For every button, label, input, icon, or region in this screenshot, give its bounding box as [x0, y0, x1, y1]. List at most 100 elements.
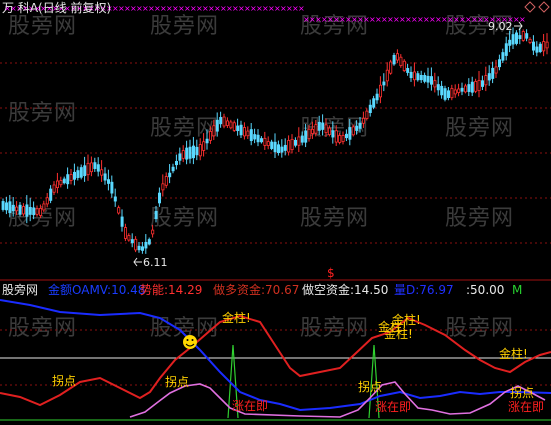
candle-body	[389, 61, 393, 74]
candle-body	[344, 133, 348, 139]
turning-point-label: 拐点	[358, 379, 382, 394]
candle-body	[532, 41, 536, 51]
rise-now-label: 涨在即	[375, 399, 411, 414]
candle-body	[426, 75, 430, 83]
candle-body	[130, 239, 134, 244]
candle-body	[127, 235, 131, 241]
candle-body	[59, 180, 63, 186]
candle-body	[8, 201, 12, 214]
candle-body	[501, 52, 505, 61]
candle-body	[25, 204, 29, 217]
candle-body	[28, 207, 32, 215]
candle-body	[205, 138, 209, 144]
candle-body	[283, 144, 287, 151]
long-fund-readout: 做多资金:70.67	[213, 283, 300, 297]
candle-body	[545, 41, 549, 49]
candle-body	[375, 93, 379, 101]
stock-chart-window[interactable]: 股旁网 股旁网 股旁网 股旁网 股旁网 股旁网 股旁网 股旁网 股旁网 股旁网 …	[0, 0, 551, 425]
rise-now-label: 涨在即	[232, 398, 268, 413]
candle-body	[171, 166, 175, 172]
candle-body	[508, 39, 512, 46]
candle-body	[314, 124, 318, 134]
candle-body	[276, 144, 280, 154]
turning-point-label: 拐点	[510, 385, 534, 400]
candle-body	[491, 67, 495, 79]
candle-body	[140, 246, 144, 251]
momentum-readout: 势能:14.29	[140, 283, 203, 297]
candle-body	[134, 238, 138, 251]
candle-body	[368, 104, 372, 113]
candle-body	[154, 210, 158, 220]
golden-pillar-label: 金柱!	[499, 346, 528, 361]
indicator-readout-bar: 股旁网 金额OAMV:10.48 势能:14.29 做多资金:70.67 做空资…	[0, 282, 551, 298]
candle-body	[440, 85, 444, 96]
candle-body	[460, 87, 464, 92]
candle-body	[280, 146, 284, 153]
candle-body	[266, 141, 270, 146]
candle-body	[470, 81, 474, 93]
candle-body	[436, 84, 440, 91]
candle-body	[15, 206, 19, 212]
candle-body	[290, 138, 294, 151]
candle-body	[307, 128, 311, 140]
candle-body	[321, 122, 325, 130]
level-readout: :50.00	[466, 283, 505, 297]
turning-point-label: 拐点	[165, 374, 189, 389]
candle-body	[395, 53, 399, 61]
momentum-line	[0, 314, 551, 407]
high-price-label: 9.02	[488, 20, 513, 33]
candle-body	[90, 162, 94, 173]
candle-body	[35, 208, 39, 215]
candle-body	[334, 130, 338, 143]
candle-body	[181, 150, 185, 159]
candle-body	[423, 75, 427, 82]
candle-body	[188, 146, 192, 159]
candle-body	[79, 167, 83, 178]
candle-body	[52, 184, 56, 193]
candle-body	[467, 84, 471, 92]
candle-body	[450, 88, 454, 99]
candle-body	[385, 69, 389, 82]
candle-body	[110, 181, 114, 194]
candle-body	[93, 162, 97, 169]
candle-body	[144, 241, 148, 249]
candle-body	[494, 66, 498, 74]
candle-body	[361, 117, 365, 124]
candle-body	[358, 122, 362, 129]
candle-body	[457, 88, 461, 94]
diamond-icon	[524, 1, 536, 13]
candle-body	[270, 141, 274, 149]
candle-body	[124, 227, 128, 239]
candle-body	[297, 136, 301, 146]
golden-pillar-label: 金柱!	[384, 326, 413, 341]
candle-body	[480, 80, 484, 87]
chart-canvas[interactable]: × × × × × × × × × × × × × × × × × × × × × × × × × × × × × × × × × × × × × × × ×…	[0, 0, 551, 425]
candle-body	[117, 207, 121, 214]
low-price-label: 6.11	[143, 256, 168, 269]
candle-body	[208, 131, 212, 141]
candle-body	[256, 134, 260, 143]
candle-body	[249, 129, 253, 142]
candle-body	[412, 71, 416, 81]
candle-body	[463, 85, 467, 93]
candle-body	[487, 73, 491, 81]
candle-body	[100, 169, 104, 176]
candle-body	[219, 117, 223, 125]
candle-body	[239, 124, 243, 136]
candle-body	[477, 80, 481, 91]
candle-body	[107, 179, 111, 184]
candle-body	[535, 46, 539, 53]
candle-body	[429, 76, 433, 85]
candle-body	[202, 141, 206, 151]
candle-body	[293, 139, 297, 146]
candle-body	[195, 146, 199, 156]
dollar-marker: $	[327, 266, 335, 280]
candle-body	[73, 171, 77, 180]
candle-body	[273, 141, 277, 153]
candle-body	[225, 120, 229, 126]
candle-body	[222, 116, 226, 127]
candle-body	[538, 43, 542, 53]
candle-body	[5, 202, 9, 211]
candle-body	[198, 144, 202, 157]
candle-body	[304, 130, 308, 143]
